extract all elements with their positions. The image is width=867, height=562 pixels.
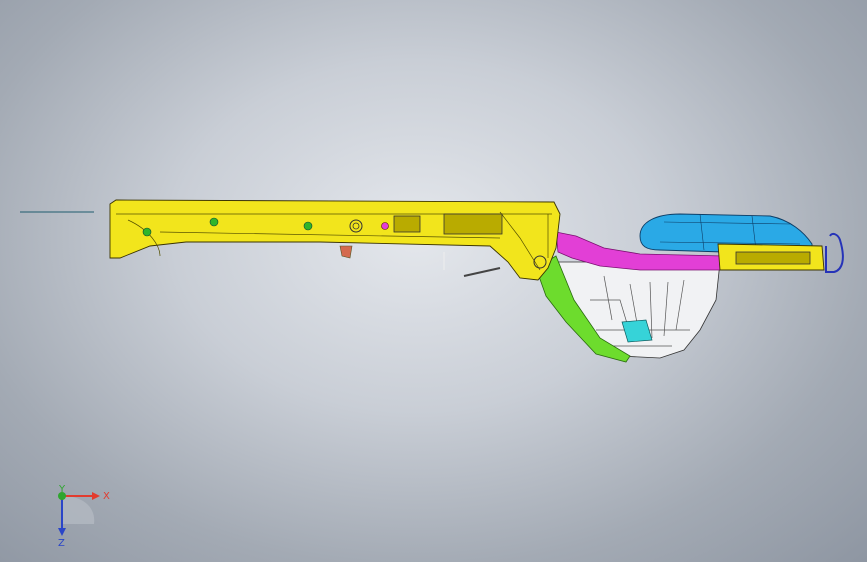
x-axis-label: X xyxy=(103,491,110,502)
rear-step-slot xyxy=(735,251,811,265)
frame-rail[interactable] xyxy=(109,199,561,281)
frame-slot-large xyxy=(443,213,503,235)
fastener-2 xyxy=(209,217,219,227)
tow-hook[interactable] xyxy=(825,232,844,273)
z-axis-arrow xyxy=(58,528,66,536)
triad-shadow xyxy=(62,496,95,524)
coordinate-triad[interactable]: X Z Y xyxy=(44,478,124,548)
fastener-3 xyxy=(303,221,313,231)
hanger-bracket xyxy=(339,245,353,259)
hose-line xyxy=(463,267,501,277)
x-axis-arrow xyxy=(92,492,100,500)
cad-graphics-viewport[interactable]: X Z Y xyxy=(0,0,867,562)
frame-slot-small xyxy=(393,215,421,233)
fastener-1 xyxy=(142,227,152,237)
vehicle-frame-model[interactable] xyxy=(0,0,867,562)
fastener-magenta xyxy=(381,222,389,230)
y-axis-label: Y xyxy=(58,484,66,495)
z-axis-label: Z xyxy=(58,538,65,548)
